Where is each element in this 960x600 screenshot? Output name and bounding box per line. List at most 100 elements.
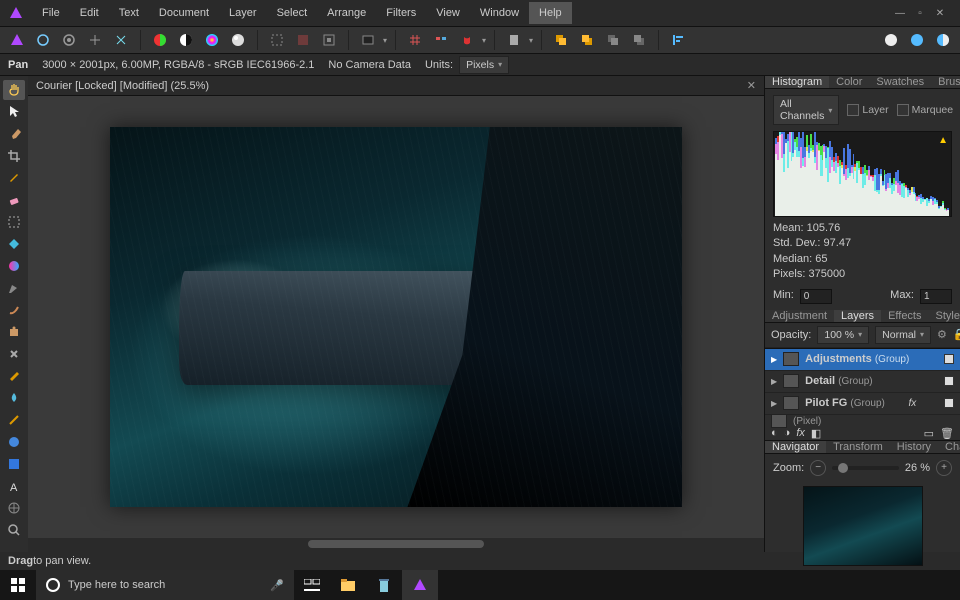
pan-tool[interactable] <box>3 80 25 100</box>
marquee-checkbox[interactable]: Marquee <box>897 104 953 116</box>
close-tab-icon[interactable]: ✕ <box>747 79 756 92</box>
layer-settings-icon[interactable]: ⚙ <box>937 328 947 341</box>
color-wheel-icon[interactable] <box>149 29 171 51</box>
navigator-tab-history[interactable]: History <box>890 441 938 453</box>
navigator-tab-navigator[interactable]: Navigator <box>765 441 826 453</box>
histogram-tab-histogram[interactable]: Histogram <box>765 76 829 88</box>
persona-export-icon[interactable] <box>110 29 132 51</box>
menu-window[interactable]: Window <box>470 2 529 24</box>
contrast-icon[interactable] <box>175 29 197 51</box>
minimize-button[interactable]: — <box>894 7 906 19</box>
eraser-tool[interactable] <box>3 190 25 210</box>
brush-tool[interactable] <box>3 124 25 144</box>
layers-tab-layers[interactable]: Layers <box>834 310 881 322</box>
grid-icon[interactable] <box>404 29 426 51</box>
mask-icon[interactable]: ◐ <box>771 427 778 439</box>
channel-dropdown[interactable]: All Channels <box>773 95 839 125</box>
adjustment-icon[interactable]: ◑ <box>784 427 791 439</box>
sponge-tool[interactable] <box>3 366 25 386</box>
heal-tool[interactable] <box>3 344 25 364</box>
layer-row[interactable]: ▶Detail (Group) <box>765 371 960 393</box>
quick-mask-icon[interactable] <box>318 29 340 51</box>
zoom-tool[interactable] <box>3 520 25 540</box>
menu-select[interactable]: Select <box>267 2 318 24</box>
picker-tool[interactable] <box>3 432 25 452</box>
blend-dropdown[interactable]: Normal <box>875 326 931 344</box>
affinity-taskbar-icon[interactable] <box>402 570 438 600</box>
pen-tool[interactable] <box>3 278 25 298</box>
close-button[interactable]: ✕ <box>934 7 946 19</box>
paint-tool[interactable] <box>3 168 25 188</box>
zoom-out-button[interactable]: − <box>810 460 826 476</box>
persona-tone-icon[interactable] <box>84 29 106 51</box>
smudge-tool[interactable] <box>3 300 25 320</box>
crop-tool[interactable] <box>3 146 25 166</box>
gradient-tool[interactable] <box>3 256 25 276</box>
selection-invert-icon[interactable] <box>292 29 314 51</box>
task-view-icon[interactable] <box>294 570 330 600</box>
stock-icon[interactable] <box>932 29 954 51</box>
canvas-viewport[interactable] <box>28 96 764 538</box>
mesh-tool[interactable] <box>3 498 25 518</box>
arrange-forward-icon[interactable] <box>602 29 624 51</box>
layer-lock-icon[interactable]: 🔒 <box>953 328 960 341</box>
marquee-tool[interactable] <box>3 212 25 232</box>
account-icon[interactable] <box>880 29 902 51</box>
expand-icon[interactable]: ▶ <box>771 377 777 386</box>
layers-tab-styles[interactable]: Styles <box>929 310 960 322</box>
menu-file[interactable]: File <box>32 2 70 24</box>
layers-tab-effects[interactable]: Effects <box>881 310 928 322</box>
menu-edit[interactable]: Edit <box>70 2 109 24</box>
start-button[interactable] <box>0 570 36 600</box>
fill-tool[interactable] <box>3 234 25 254</box>
assistant-icon[interactable] <box>503 29 525 51</box>
clone-tool[interactable] <box>3 322 25 342</box>
selection-rect-icon[interactable] <box>266 29 288 51</box>
snap-icon[interactable] <box>456 29 478 51</box>
navigator-tab-transform[interactable]: Transform <box>826 441 890 453</box>
align-left-icon[interactable] <box>667 29 689 51</box>
layer-row[interactable]: ▶Adjustments (Group) <box>765 349 960 371</box>
recycle-icon[interactable] <box>366 570 402 600</box>
clip-icon[interactable]: ◧ <box>811 427 821 440</box>
visibility-checkbox[interactable] <box>944 376 954 386</box>
histogram-tab-brushes[interactable]: Brushes <box>931 76 960 88</box>
visibility-checkbox[interactable] <box>944 398 954 408</box>
layer-row[interactable]: (Pixel) <box>765 415 960 427</box>
max-input[interactable] <box>920 289 952 304</box>
expand-icon[interactable]: ▶ <box>771 355 777 364</box>
expand-icon[interactable]: ▶ <box>771 399 777 408</box>
navigator-preview[interactable] <box>803 486 923 566</box>
menu-document[interactable]: Document <box>149 2 219 24</box>
units-dropdown[interactable]: Pixels <box>459 56 509 74</box>
move-tool[interactable] <box>3 102 25 122</box>
min-input[interactable] <box>800 289 832 304</box>
taskbar-search[interactable]: Type here to search 🎤 <box>36 570 294 600</box>
mic-icon[interactable]: 🎤 <box>270 579 284 592</box>
layer-row[interactable]: ▶Pilot FG (Group)fx <box>765 393 960 415</box>
blur-tool[interactable] <box>3 388 25 408</box>
palette-icon[interactable] <box>201 29 223 51</box>
menu-help[interactable]: Help <box>529 2 572 24</box>
group-icon[interactable]: ▭ <box>924 427 934 440</box>
arrange-backward-icon[interactable] <box>628 29 650 51</box>
horizontal-scrollbar[interactable] <box>28 538 764 552</box>
opacity-dropdown[interactable]: 100 % <box>817 326 869 344</box>
delete-layer-icon[interactable]: 🗑 <box>940 427 954 440</box>
restore-button[interactable]: ▫ <box>914 7 926 19</box>
sphere-icon[interactable] <box>227 29 249 51</box>
visibility-checkbox[interactable] <box>944 354 954 364</box>
persona-photo-icon[interactable] <box>6 29 28 51</box>
menu-view[interactable]: View <box>426 2 470 24</box>
arrange-back-icon[interactable] <box>576 29 598 51</box>
persona-liquify-icon[interactable] <box>32 29 54 51</box>
menu-arrange[interactable]: Arrange <box>317 2 376 24</box>
auto-levels-icon[interactable] <box>357 29 379 51</box>
arrange-front-icon[interactable] <box>550 29 572 51</box>
histogram-tab-swatches[interactable]: Swatches <box>869 76 931 88</box>
text-tool[interactable]: A <box>3 476 25 496</box>
shape-tool[interactable] <box>3 454 25 474</box>
live-docs-icon[interactable] <box>906 29 928 51</box>
zoom-slider[interactable] <box>832 466 899 470</box>
navigator-tab-channels[interactable]: Channels <box>938 441 960 453</box>
